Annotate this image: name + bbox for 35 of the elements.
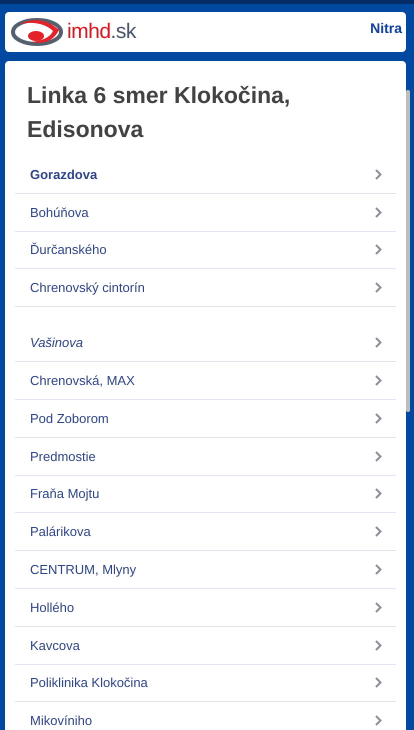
stop-item[interactable]: Ďurčanského bbox=[15, 232, 396, 270]
stop-item[interactable]: Poliklinika Klokočina bbox=[15, 664, 396, 702]
chevron-icon bbox=[375, 564, 382, 576]
city-link[interactable]: Nitra bbox=[370, 20, 402, 36]
stop-item[interactable]: Kavcova bbox=[15, 626, 396, 665]
stop-item[interactable]: Fraňa Mojtu bbox=[15, 476, 396, 514]
logo-wordmark[interactable]: imhd.sk bbox=[67, 20, 136, 44]
page-title: Linka 6 smer Klokočina, Edisonova bbox=[26, 81, 292, 144]
stop-item[interactable]: Mikovíniho bbox=[15, 702, 396, 730]
stop-item[interactable]: CENTRUM, Mlyny bbox=[15, 551, 396, 589]
chevron-icon bbox=[375, 602, 382, 613]
chevron-icon bbox=[375, 244, 382, 256]
chevron-icon bbox=[375, 677, 382, 688]
chevron-icon bbox=[375, 282, 382, 294]
chevron-icon bbox=[375, 168, 382, 180]
chevron-icon bbox=[375, 488, 382, 500]
stop-item[interactable]: Pod Zoborom bbox=[15, 400, 396, 438]
chevron-icon bbox=[375, 450, 382, 462]
stop-item[interactable]: Predmostie bbox=[15, 438, 396, 476]
stop-item[interactable]: Chrenovská, MAX bbox=[15, 362, 396, 400]
scrollbar[interactable] bbox=[406, 90, 410, 412]
chevron-icon bbox=[375, 715, 382, 726]
stop-item[interactable]: Hollého bbox=[15, 588, 396, 627]
chevron-icon bbox=[375, 412, 382, 424]
stop-item[interactable]: Gorazdova bbox=[15, 156, 396, 194]
stop-item[interactable]: Vašinova bbox=[15, 307, 396, 362]
chevron-icon bbox=[375, 640, 382, 651]
stop-item[interactable]: Palárikova bbox=[15, 513, 396, 552]
chevron-icon bbox=[375, 206, 382, 218]
stop-item[interactable]: Bohúňova bbox=[15, 194, 396, 232]
stop-item[interactable]: Chrenovský cintorín bbox=[15, 269, 396, 308]
logo-icon bbox=[11, 16, 65, 48]
chevron-icon bbox=[375, 337, 382, 348]
chevron-icon bbox=[375, 526, 382, 538]
chevron-icon bbox=[375, 375, 382, 386]
